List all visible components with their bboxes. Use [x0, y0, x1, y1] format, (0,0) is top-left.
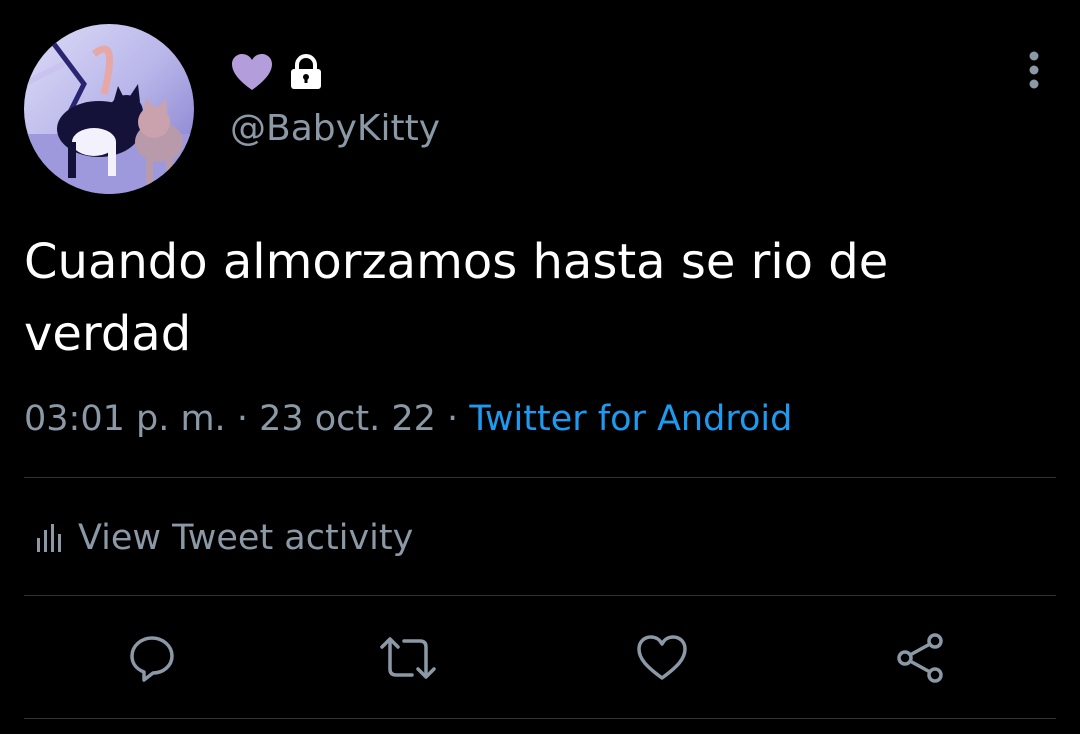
reply-button[interactable] [122, 628, 182, 688]
tweet-meta: 03:01 p. m. · 23 oct. 22 · Twitter for A… [24, 394, 792, 444]
like-button[interactable] [632, 628, 692, 688]
purple-heart-icon [230, 52, 274, 92]
cats-avatar-image [24, 24, 194, 194]
lock-icon [288, 53, 324, 90]
divider [24, 477, 1056, 478]
meta-separator: · [225, 399, 260, 439]
retweet-button[interactable] [378, 628, 438, 688]
heart-icon [635, 633, 689, 683]
more-vertical-icon[interactable] [1016, 48, 1052, 92]
user-handle[interactable]: @BabyKitty [230, 108, 440, 149]
tweet-time: 03:01 p. m. [24, 399, 226, 439]
retweet-icon [378, 633, 438, 683]
view-tweet-activity-label: View Tweet activity [78, 518, 414, 558]
divider [24, 718, 1056, 719]
tweet-source-link[interactable]: Twitter for Android [469, 399, 792, 439]
tweet-text: Cuando almorzamos hasta se rio de verdad [24, 234, 889, 362]
meta-separator: · [435, 399, 470, 439]
avatar[interactable] [24, 24, 194, 194]
share-button[interactable] [890, 628, 950, 688]
divider [24, 595, 1056, 596]
tweet-date: 23 oct. 22 [259, 399, 436, 439]
name-row [230, 50, 324, 94]
bar-chart-icon [36, 524, 62, 552]
share-icon [893, 631, 947, 685]
view-tweet-activity-button[interactable]: View Tweet activity [36, 512, 413, 564]
reply-icon [127, 633, 177, 683]
